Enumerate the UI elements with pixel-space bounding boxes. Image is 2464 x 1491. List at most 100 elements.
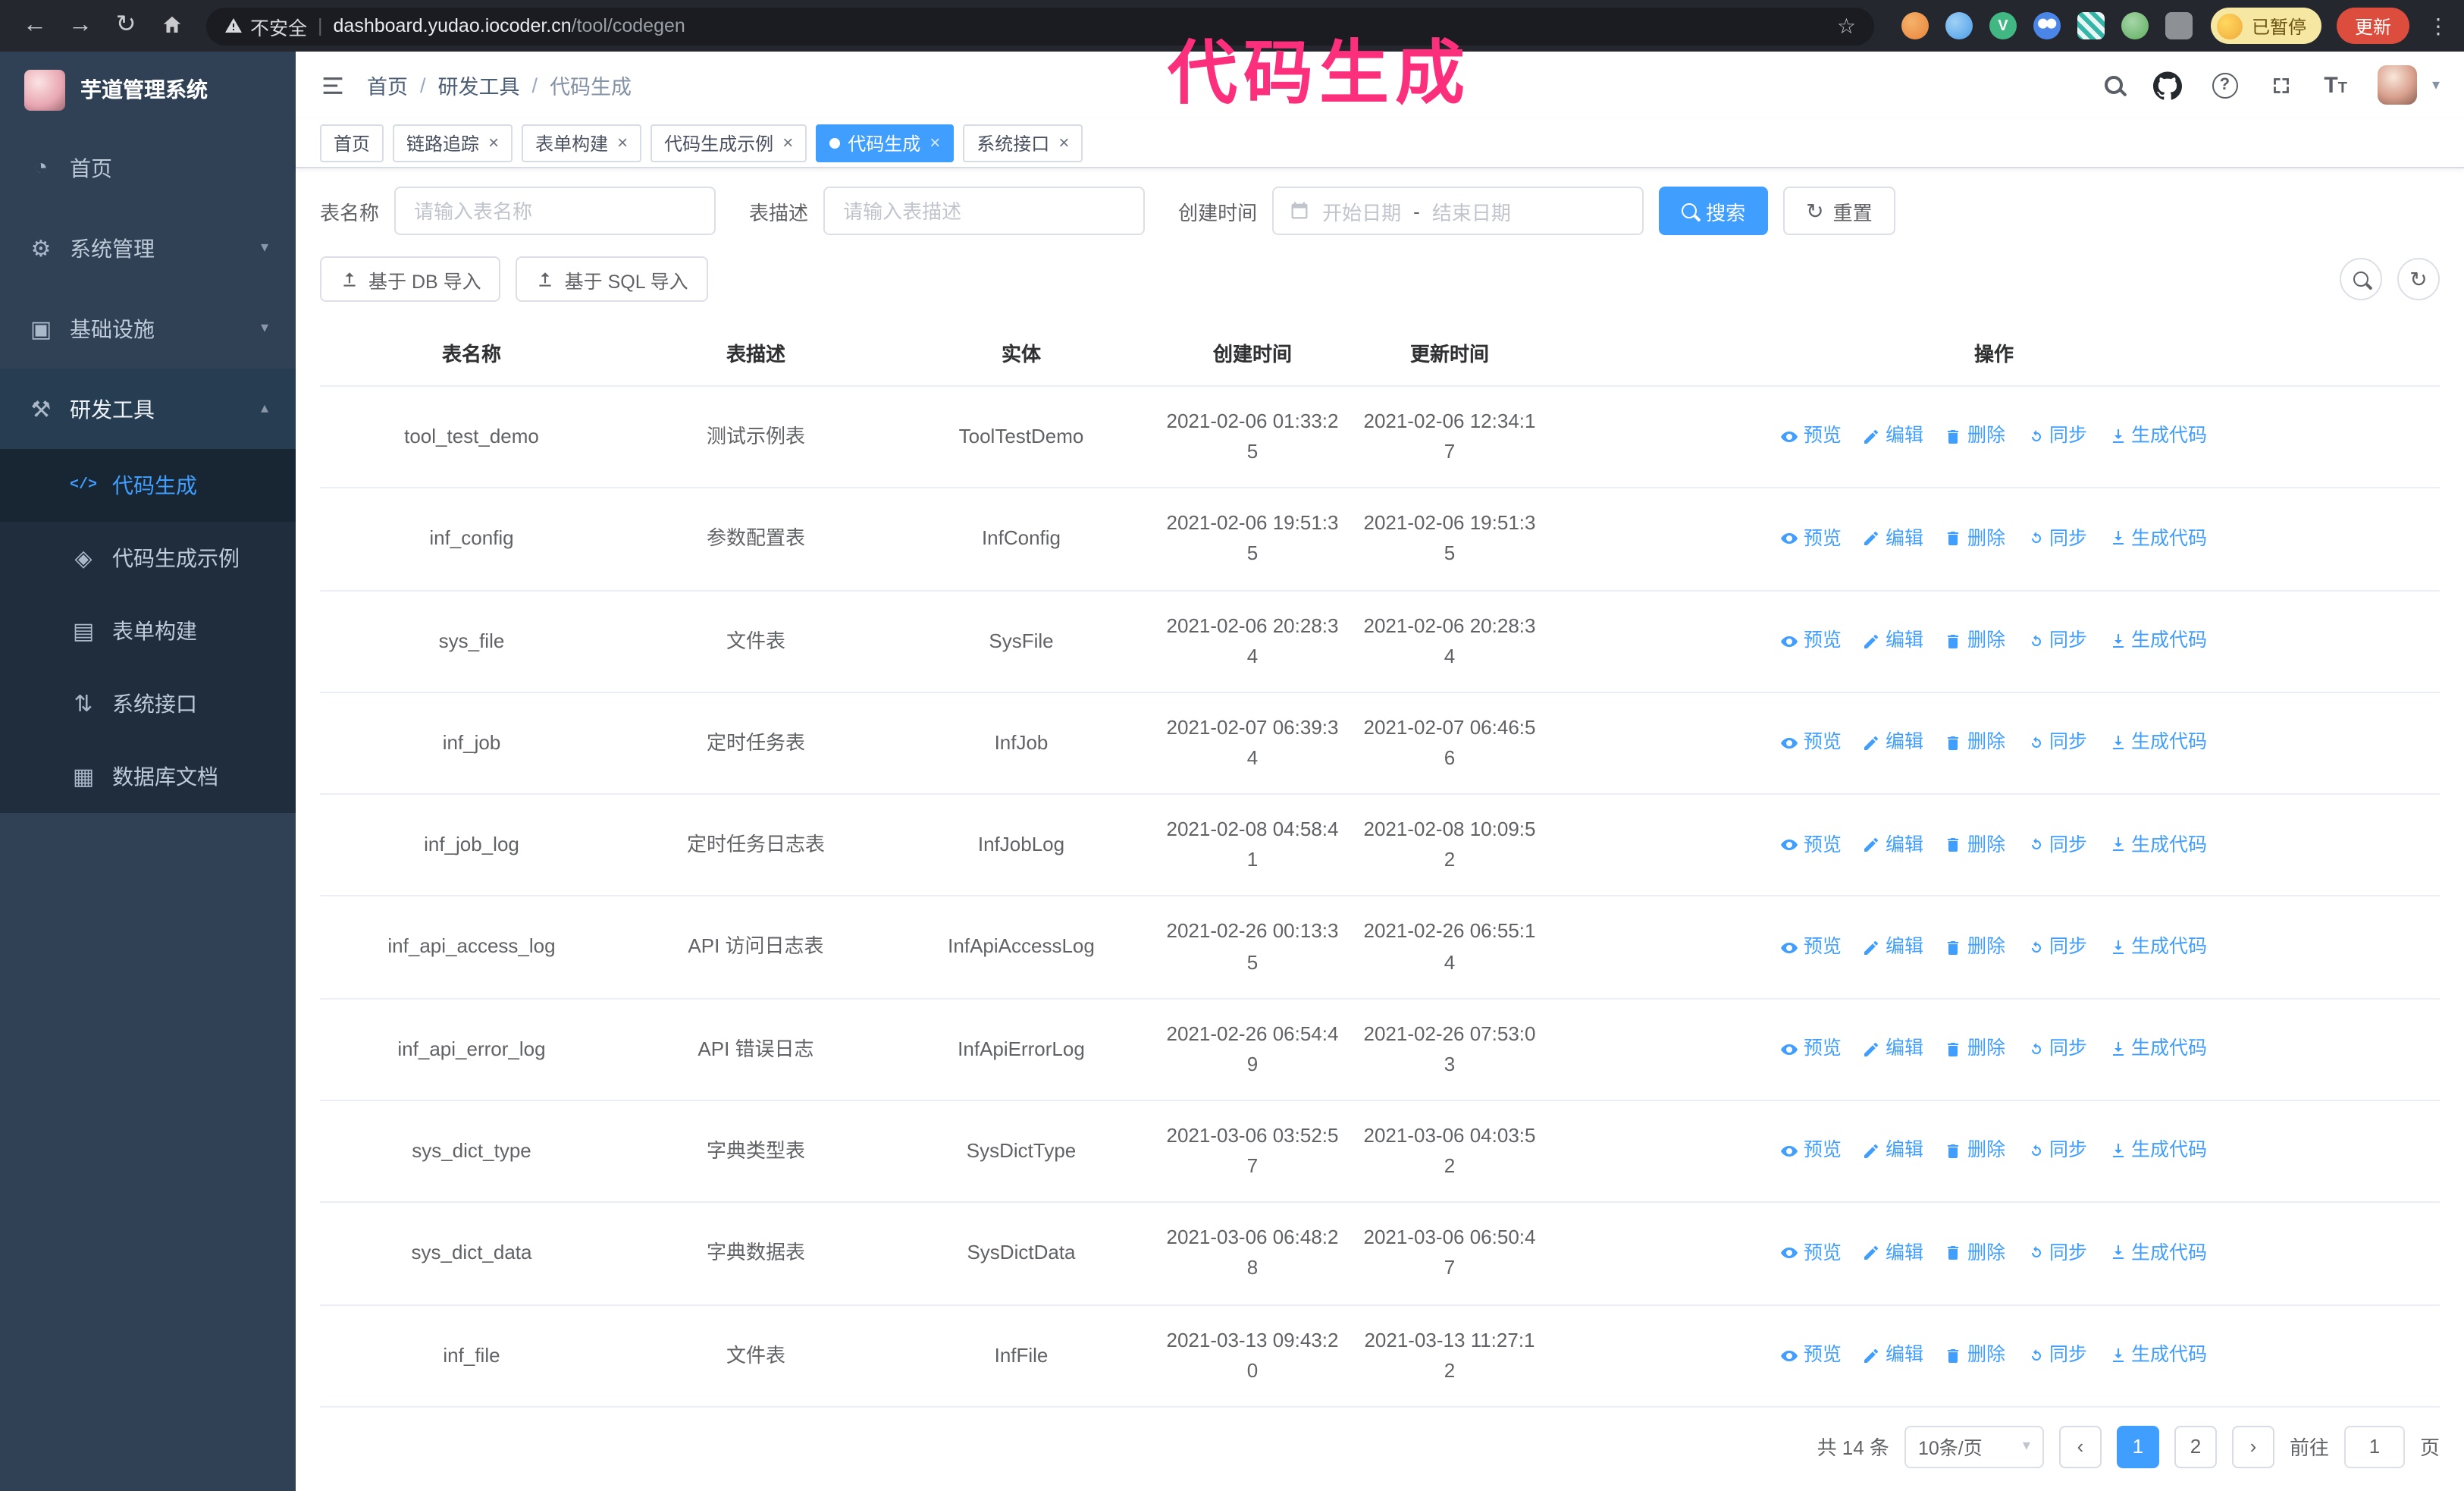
extension-icon-orange[interactable]: [1901, 12, 1929, 39]
generate-code-link[interactable]: 生成代码: [2108, 1238, 2207, 1268]
import-sql-button[interactable]: 基于 SQL 导入: [516, 256, 708, 302]
page-button-2[interactable]: 2: [2174, 1425, 2217, 1468]
page-button-1[interactable]: 1: [2116, 1425, 2159, 1468]
date-range-picker[interactable]: 开始日期 - 结束日期: [1272, 187, 1644, 235]
browser-menu-icon[interactable]: ⋮: [2428, 13, 2449, 39]
goto-page-input[interactable]: [2343, 1425, 2405, 1468]
browser-update-button[interactable]: 更新: [2336, 8, 2409, 44]
edit-link[interactable]: 编辑: [1863, 626, 1923, 656]
edit-link[interactable]: 编辑: [1863, 1034, 1923, 1064]
sidebar-item-infrastructure[interactable]: ▣ 基础设施 ▾: [0, 288, 296, 369]
search-button[interactable]: 搜索: [1659, 187, 1769, 235]
edit-link[interactable]: 编辑: [1863, 1341, 1923, 1370]
search-icon[interactable]: [2104, 76, 2123, 94]
generate-code-link[interactable]: 生成代码: [2108, 1137, 2207, 1166]
font-size-icon[interactable]: TT: [2324, 74, 2347, 96]
extension-icon-droplet[interactable]: [1945, 12, 1973, 39]
sidebar-item-codegen[interactable]: </> 代码生成: [0, 449, 296, 522]
close-icon[interactable]: ×: [929, 132, 940, 153]
app-logo[interactable]: 芋道管理系统: [0, 52, 296, 127]
preview-link[interactable]: 预览: [1781, 1238, 1842, 1268]
tab-system-api[interactable]: 系统接口 ×: [963, 124, 1083, 162]
extensions-puzzle-icon[interactable]: [2165, 12, 2193, 39]
edit-link[interactable]: 编辑: [1863, 933, 1923, 962]
edit-link[interactable]: 编辑: [1863, 422, 1923, 452]
sync-link[interactable]: 同步: [2027, 830, 2087, 860]
generate-code-link[interactable]: 生成代码: [2108, 1034, 2207, 1064]
delete-link[interactable]: 删除: [1945, 933, 2005, 962]
user-avatar[interactable]: [2377, 65, 2417, 105]
close-icon[interactable]: ×: [488, 132, 499, 153]
forward-icon[interactable]: →: [61, 13, 100, 38]
close-icon[interactable]: ×: [1058, 132, 1069, 153]
generate-code-link[interactable]: 生成代码: [2108, 626, 2207, 656]
close-icon[interactable]: ×: [617, 132, 628, 153]
generate-code-link[interactable]: 生成代码: [2108, 524, 2207, 554]
back-icon[interactable]: ←: [15, 13, 55, 38]
extension-icon-people[interactable]: [2033, 12, 2061, 39]
table-desc-input[interactable]: [823, 187, 1146, 235]
sidebar-item-home[interactable]: ◔ 首页: [0, 127, 296, 208]
import-db-button[interactable]: 基于 DB 导入: [320, 256, 501, 302]
sidebar-item-system-management[interactable]: ⚙ 系统管理 ▾: [0, 208, 296, 288]
tab-trace[interactable]: 链路追踪 ×: [393, 124, 513, 162]
edit-link[interactable]: 编辑: [1863, 830, 1923, 860]
tab-codegen-example[interactable]: 代码生成示例 ×: [650, 124, 807, 162]
preview-link[interactable]: 预览: [1781, 626, 1842, 656]
avatar-caret-icon[interactable]: ▾: [2432, 77, 2440, 93]
preview-link[interactable]: 预览: [1781, 1137, 1842, 1166]
delete-link[interactable]: 删除: [1945, 422, 2005, 452]
address-bar[interactable]: 不安全 | dashboard.yudao.iocoder.cn/tool/co…: [206, 7, 1874, 45]
edit-link[interactable]: 编辑: [1863, 729, 1923, 758]
preview-link[interactable]: 预览: [1781, 729, 1842, 758]
sync-link[interactable]: 同步: [2027, 1034, 2087, 1064]
profile-paused-badge[interactable]: 已暂停: [2210, 8, 2321, 44]
sync-link[interactable]: 同步: [2027, 729, 2087, 758]
bookmark-star-icon[interactable]: ☆: [1837, 13, 1856, 39]
next-page-button[interactable]: ›: [2231, 1425, 2274, 1468]
sidebar-toggle-icon[interactable]: [320, 72, 346, 98]
delete-link[interactable]: 删除: [1945, 1341, 2005, 1370]
sync-link[interactable]: 同步: [2027, 1341, 2087, 1370]
preview-link[interactable]: 预览: [1781, 422, 1842, 452]
reload-icon[interactable]: ↻: [106, 13, 146, 38]
sync-link[interactable]: 同步: [2027, 422, 2087, 452]
fullscreen-icon[interactable]: [2268, 72, 2293, 98]
delete-link[interactable]: 删除: [1945, 1034, 2005, 1064]
close-icon[interactable]: ×: [782, 132, 793, 153]
help-icon[interactable]: ?: [2212, 72, 2238, 98]
generate-code-link[interactable]: 生成代码: [2108, 830, 2207, 860]
breadcrumb-home[interactable]: 首页: [367, 70, 408, 100]
preview-link[interactable]: 预览: [1781, 830, 1842, 860]
home-icon[interactable]: [152, 14, 191, 38]
breadcrumb-dev-tools[interactable]: 研发工具: [438, 70, 520, 100]
sidebar-item-system-api[interactable]: ⇅ 系统接口: [0, 667, 296, 740]
sidebar-item-dev-tools[interactable]: ⚒ 研发工具 ▴: [0, 369, 296, 449]
delete-link[interactable]: 删除: [1945, 1238, 2005, 1268]
preview-link[interactable]: 预览: [1781, 1034, 1842, 1064]
sync-link[interactable]: 同步: [2027, 626, 2087, 656]
edit-link[interactable]: 编辑: [1863, 1137, 1923, 1166]
delete-link[interactable]: 删除: [1945, 524, 2005, 554]
sync-link[interactable]: 同步: [2027, 933, 2087, 962]
refresh-table-button[interactable]: ↻: [2397, 258, 2440, 300]
generate-code-link[interactable]: 生成代码: [2108, 1341, 2207, 1370]
sync-link[interactable]: 同步: [2027, 1238, 2087, 1268]
vue-devtools-icon[interactable]: V: [1989, 12, 2017, 39]
preview-link[interactable]: 预览: [1781, 524, 1842, 554]
tab-home[interactable]: 首页: [320, 124, 384, 162]
extension-icon-plant[interactable]: [2121, 12, 2149, 39]
sync-link[interactable]: 同步: [2027, 1137, 2087, 1166]
sidebar-item-form-builder[interactable]: ▤ 表单构建: [0, 595, 296, 667]
delete-link[interactable]: 删除: [1945, 626, 2005, 656]
generate-code-link[interactable]: 生成代码: [2108, 422, 2207, 452]
toggle-search-button[interactable]: [2340, 258, 2382, 300]
edit-link[interactable]: 编辑: [1863, 1238, 1923, 1268]
tab-form-builder[interactable]: 表单构建 ×: [522, 124, 642, 162]
sync-link[interactable]: 同步: [2027, 524, 2087, 554]
extension-icon-striped[interactable]: [2077, 12, 2105, 39]
reset-button[interactable]: ↻ 重置: [1783, 187, 1895, 235]
github-icon[interactable]: [2152, 71, 2182, 99]
delete-link[interactable]: 删除: [1945, 830, 2005, 860]
page-size-select[interactable]: 10条/页 ▾: [1904, 1425, 2044, 1468]
